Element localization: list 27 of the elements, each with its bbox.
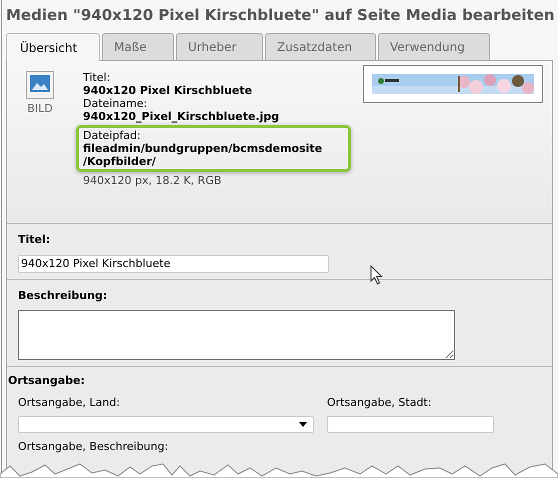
- field-label: Dateiname:: [83, 97, 148, 110]
- file-type-label: BILD: [27, 101, 53, 117]
- title-value: 940x120 Pixel Kirschbluete: [83, 84, 254, 97]
- window-title: Medien "940x120 Pixel Kirschbluete" auf Seite Media bearbeiten: [5, 5, 556, 26]
- image-details: 940x120 px, 18.2 K, RGB: [83, 174, 222, 187]
- country-dropdown[interactable]: [18, 416, 314, 433]
- tab[interactable]: Urheber: [176, 33, 263, 60]
- field-label: Titel:: [18, 232, 52, 248]
- city-input[interactable]: [327, 416, 494, 433]
- field-label: Dateipfad:: [83, 129, 142, 142]
- field-label: Ortsangabe, Stadt:: [327, 394, 432, 410]
- image-file-icon: [26, 71, 54, 99]
- field-label: Ortsangabe, Land:: [18, 394, 121, 410]
- field-label: Beschreibung:: [18, 288, 108, 304]
- tab[interactable]: Zusatzdaten: [265, 33, 376, 60]
- field-label: Ortsangabe, Beschreibung:: [17, 439, 170, 455]
- dropdown-arrow-icon: [299, 422, 307, 427]
- tab[interactable]: Maße: [102, 33, 174, 60]
- section-heading: Ortsangabe:: [7, 373, 86, 389]
- tab[interactable]: Übersicht: [6, 33, 100, 61]
- title-input[interactable]: 940x120 Pixel Kirschbluete: [18, 254, 329, 272]
- path-value: fileadmin/bundgruppen/bcmsdemosite /Kopfbilder/: [83, 142, 324, 168]
- description-textarea[interactable]: [18, 310, 455, 360]
- field-label: Titel:: [83, 71, 112, 84]
- tab[interactable]: Verwendung: [378, 33, 490, 60]
- filename-value: 940x120_Pixel_Kirschbluete.jpg: [83, 110, 280, 123]
- cursor-icon: [370, 265, 383, 285]
